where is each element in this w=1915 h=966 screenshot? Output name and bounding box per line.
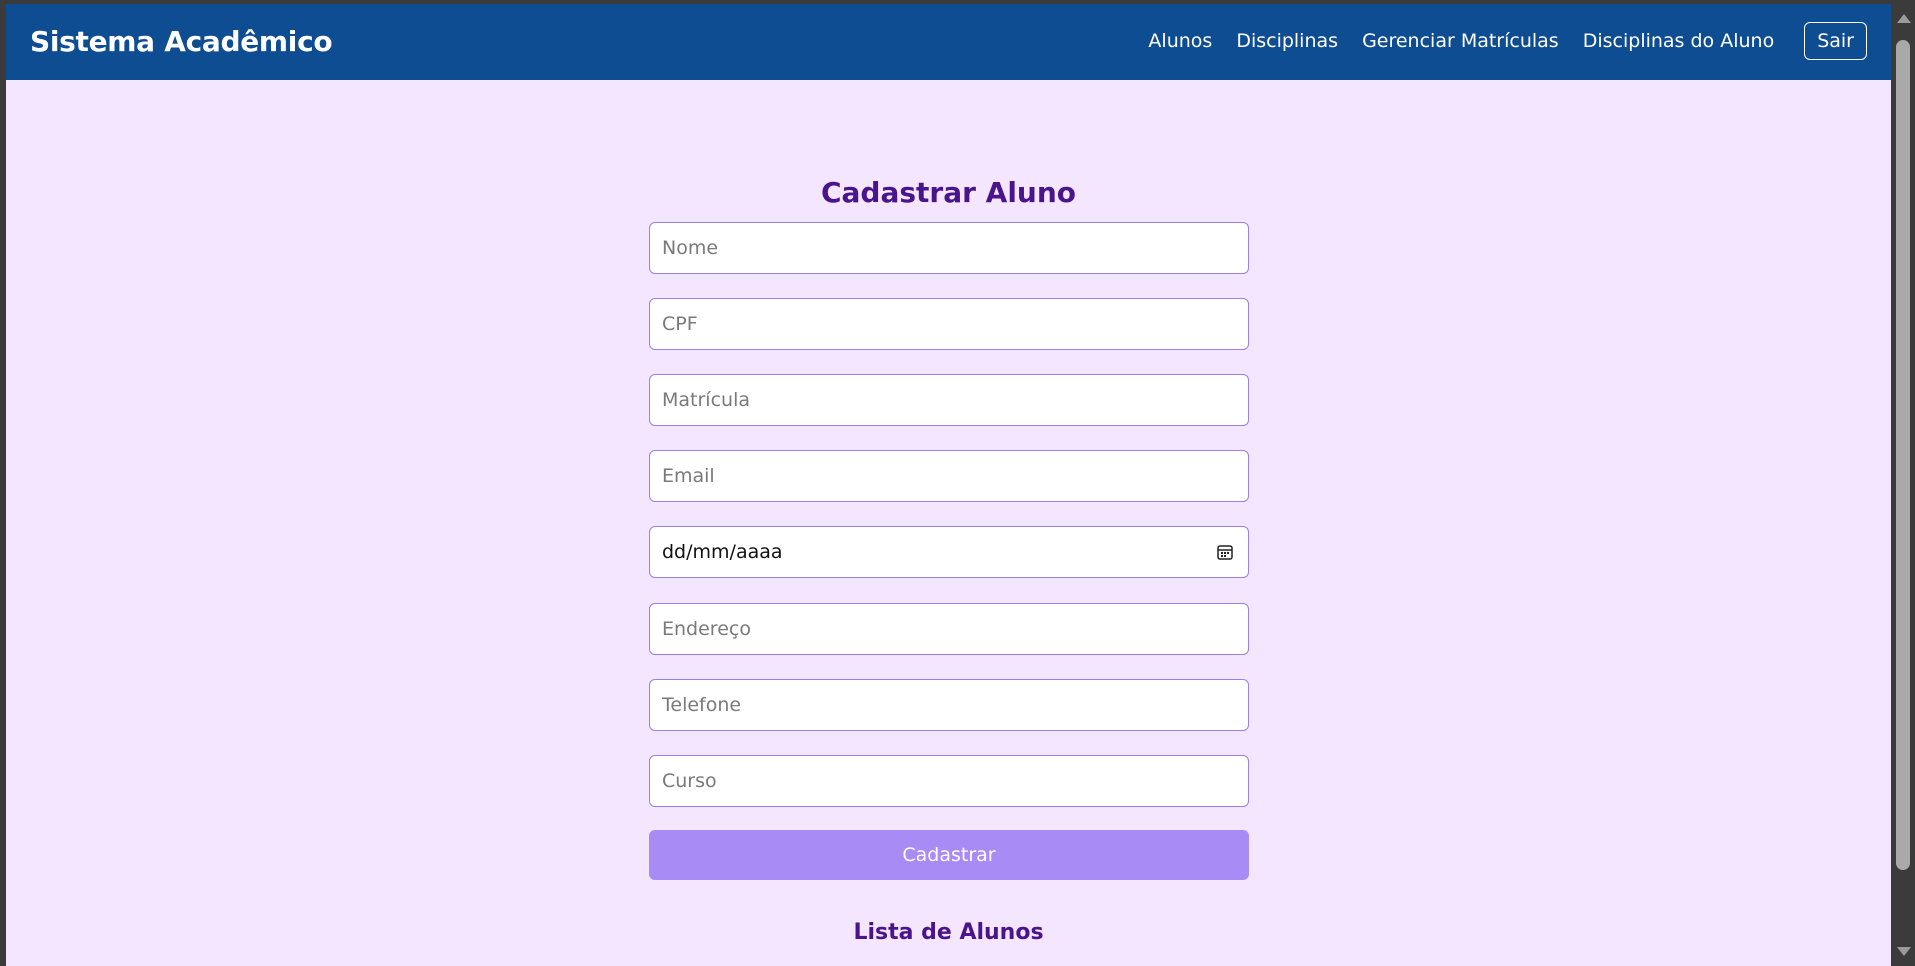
main-content: Cadastrar Aluno Nome CPF Matrícula Email… xyxy=(6,80,1891,966)
birthdate-display: dd/mm/aaaa xyxy=(662,541,783,563)
form-title: Cadastrar Aluno xyxy=(820,176,1077,209)
nav-link-disciplinas-do-aluno[interactable]: Disciplinas do Aluno xyxy=(1583,30,1774,52)
cadastrar-button[interactable]: Cadastrar xyxy=(649,830,1249,880)
curso-input[interactable]: Curso xyxy=(649,755,1249,807)
scroll-down-arrow-icon[interactable] xyxy=(1897,947,1911,956)
curso-placeholder: Curso xyxy=(662,770,717,792)
cpf-placeholder: CPF xyxy=(662,313,698,335)
app-brand[interactable]: Sistema Acadêmico xyxy=(30,25,333,58)
telefone-input[interactable]: Telefone xyxy=(649,679,1249,731)
top-navbar: Sistema Acadêmico Alunos Disciplinas Ger… xyxy=(6,4,1891,80)
nome-placeholder: Nome xyxy=(662,237,719,259)
browser-viewport: Sistema Acadêmico Alunos Disciplinas Ger… xyxy=(6,4,1891,966)
nav-link-alunos[interactable]: Alunos xyxy=(1148,30,1212,52)
scroll-up-arrow-icon[interactable] xyxy=(1897,14,1911,23)
birthdate-input[interactable]: dd/mm/aaaa xyxy=(649,526,1249,578)
matricula-input[interactable]: Matrícula xyxy=(649,374,1249,426)
calendar-icon[interactable] xyxy=(1216,543,1234,561)
endereco-input[interactable]: Endereço xyxy=(649,603,1249,655)
scroll-thumb[interactable] xyxy=(1896,40,1910,870)
nav-link-disciplinas[interactable]: Disciplinas xyxy=(1236,30,1338,52)
email-input[interactable]: Email xyxy=(649,450,1249,502)
nome-input[interactable]: Nome xyxy=(649,222,1249,274)
email-placeholder: Email xyxy=(662,465,715,487)
cpf-input[interactable]: CPF xyxy=(649,298,1249,350)
logout-button[interactable]: Sair xyxy=(1804,22,1867,60)
vertical-scrollbar[interactable] xyxy=(1891,4,1915,966)
nav-links: Alunos Disciplinas Gerenciar Matrículas … xyxy=(1124,22,1867,60)
telefone-placeholder: Telefone xyxy=(662,694,742,716)
matricula-placeholder: Matrícula xyxy=(662,389,750,411)
students-list-title: Lista de Alunos xyxy=(853,920,1044,945)
nav-link-gerenciar-matriculas[interactable]: Gerenciar Matrículas xyxy=(1362,30,1559,52)
endereco-placeholder: Endereço xyxy=(662,618,751,640)
